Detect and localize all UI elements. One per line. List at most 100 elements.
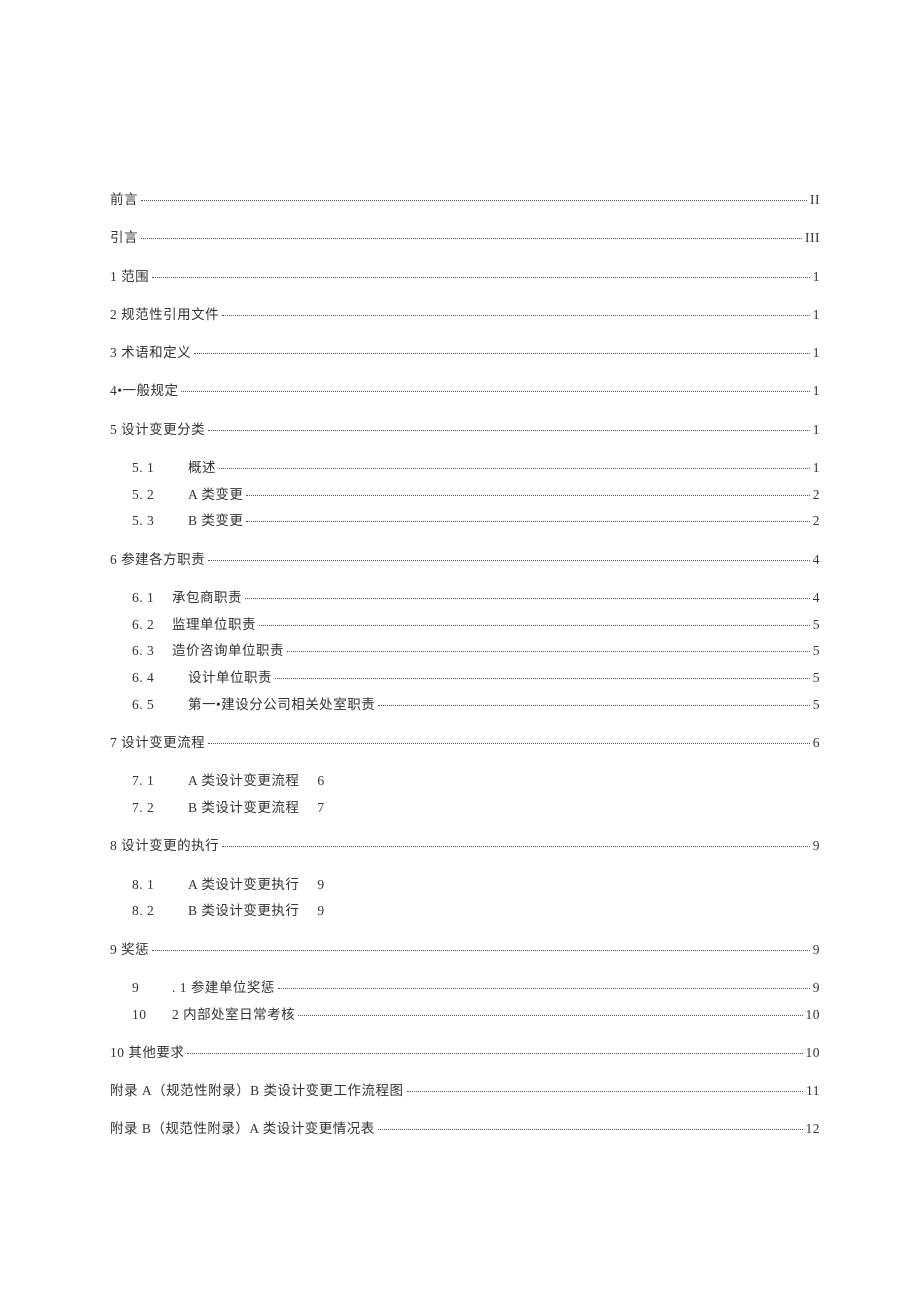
toc-page: 1 xyxy=(813,381,820,401)
toc-entry-s5-2: 5. 2 A 类变更 2 xyxy=(110,485,820,505)
toc-page: II xyxy=(810,190,820,210)
toc-page: 5 xyxy=(813,668,820,688)
toc-label: 4•一般规定 xyxy=(110,381,178,401)
toc-leader xyxy=(298,1015,802,1016)
toc-leader xyxy=(208,430,810,431)
toc-leader xyxy=(259,625,810,626)
toc-label: 概述 xyxy=(188,458,216,478)
toc-page: 1 xyxy=(813,343,820,363)
toc-label: B 类设计变更流程 xyxy=(188,798,299,818)
toc-label: 附录 B（规范性附录）A 类设计变更情况表 xyxy=(110,1119,375,1139)
toc-entry-s6: 6 参建各方职责 4 xyxy=(110,550,820,570)
toc-entry-s9: 9 奖惩 9 xyxy=(110,940,820,960)
toc-leader xyxy=(246,495,809,496)
toc-page: 9 xyxy=(813,836,820,856)
toc-page: 6 xyxy=(813,733,820,753)
toc-group-s6: 6. 1 承包商职责 4 6. 2 监理单位职责 5 6. 3 造价咨询单位职责… xyxy=(110,588,820,715)
toc-entry-s10: 10 其他要求 10 xyxy=(110,1043,820,1063)
toc-leader xyxy=(278,988,810,989)
toc-leader xyxy=(141,200,807,201)
toc-label: 前言 xyxy=(110,190,138,210)
toc-page: 1 xyxy=(813,420,820,440)
toc-page: 10 xyxy=(806,1043,821,1063)
toc-leader xyxy=(181,391,809,392)
toc-label: 承包商职责 xyxy=(172,588,242,608)
toc-leader xyxy=(141,238,802,239)
toc-group-s9: 9 . 1 参建单位奖惩 9 10 2 内部处室日常考核 10 xyxy=(110,978,820,1025)
toc-entry-s6-2: 6. 2 监理单位职责 5 xyxy=(110,615,820,635)
toc-entry-appB: 附录 B（规范性附录）A 类设计变更情况表 12 xyxy=(110,1119,820,1139)
toc-leader xyxy=(152,277,810,278)
toc-leader xyxy=(222,846,810,847)
toc-entry-intro: 引言 III xyxy=(110,228,820,248)
toc-group-s5: 5. 1 概述 1 5. 2 A 类变更 2 5. 3 B 类变更 2 xyxy=(110,458,820,532)
toc-page: 4 xyxy=(813,550,820,570)
toc-entry-s1: 1 范围 1 xyxy=(110,267,820,287)
toc-entry-s9-1: 9 . 1 参建单位奖惩 9 xyxy=(110,978,820,998)
toc-page: 9 xyxy=(813,978,820,998)
toc-num: 6. 5 xyxy=(132,695,188,715)
toc-entry-s6-3: 6. 3 造价咨询单位职责 5 xyxy=(110,641,820,661)
toc-page: 1 xyxy=(813,267,820,287)
toc-leader xyxy=(219,468,810,469)
toc-num: 7. 2 xyxy=(132,798,188,818)
toc-leader xyxy=(152,950,810,951)
toc-leader xyxy=(287,651,810,652)
toc-num: 5. 2 xyxy=(132,485,188,505)
toc-num: 7. 1 xyxy=(132,771,188,791)
toc-page: 7 xyxy=(317,798,324,818)
toc-leader xyxy=(194,353,810,354)
toc-entry-s6-1: 6. 1 承包商职责 4 xyxy=(110,588,820,608)
toc-entry-s5: 5 设计变更分类 1 xyxy=(110,420,820,440)
toc-entry-s8-2: 8. 2 B 类设计变更执行 9 xyxy=(110,901,820,921)
toc-label: 7 设计变更流程 xyxy=(110,733,205,753)
toc-label: A 类设计变更流程 xyxy=(188,771,299,791)
toc-entry-appA: 附录 A（规范性附录）B 类设计变更工作流程图 11 xyxy=(110,1081,820,1101)
toc-entry-s7-2: 7. 2 B 类设计变更流程 7 xyxy=(110,798,820,818)
toc-label: 2 规范性引用文件 xyxy=(110,305,219,325)
toc-label: 第一•建设分公司相关处室职责 xyxy=(188,695,375,715)
toc-label: 2 内部处室日常考核 xyxy=(172,1005,295,1025)
toc-label: A 类变更 xyxy=(188,485,243,505)
toc-page: 10 xyxy=(806,1005,821,1025)
toc-label: B 类设计变更执行 xyxy=(188,901,299,921)
toc-entry-s7-1: 7. 1 A 类设计变更流程 6 xyxy=(110,771,820,791)
toc-page: 5 xyxy=(813,615,820,635)
toc-group-s7: 7. 1 A 类设计变更流程 6 7. 2 B 类设计变更流程 7 xyxy=(110,771,820,818)
toc-label: B 类变更 xyxy=(188,511,243,531)
toc-leader xyxy=(187,1053,802,1054)
toc-page: 9 xyxy=(317,901,324,921)
toc-entry-s6-4: 6. 4 设计单位职责 5 xyxy=(110,668,820,688)
toc-page: III xyxy=(805,228,820,248)
toc-page: 11 xyxy=(806,1081,820,1101)
toc-entry-s6-5: 6. 5 第一•建设分公司相关处室职责 5 xyxy=(110,695,820,715)
toc-entry-s9-2: 10 2 内部处室日常考核 10 xyxy=(110,1005,820,1025)
toc-entry-s8-1: 8. 1 A 类设计变更执行 9 xyxy=(110,875,820,895)
toc-label: 6 参建各方职责 xyxy=(110,550,205,570)
toc-num: 8. 1 xyxy=(132,875,188,895)
toc-num: 9 xyxy=(132,978,172,998)
toc-entry-s5-1: 5. 1 概述 1 xyxy=(110,458,820,478)
toc-leader xyxy=(275,678,810,679)
toc-label: 5 设计变更分类 xyxy=(110,420,205,440)
toc-entry-s4: 4•一般规定 1 xyxy=(110,381,820,401)
toc-leader xyxy=(208,560,810,561)
toc-num: 6. 3 xyxy=(132,641,172,661)
toc-page: 2 xyxy=(813,511,820,531)
toc-num: 5. 1 xyxy=(132,458,188,478)
toc-label: 9 奖惩 xyxy=(110,940,149,960)
toc-page: 5 xyxy=(813,695,820,715)
toc-page: 1 xyxy=(813,305,820,325)
toc-leader xyxy=(407,1091,803,1092)
toc-label: 监理单位职责 xyxy=(172,615,256,635)
toc-label: . 1 参建单位奖惩 xyxy=(172,978,275,998)
toc-leader xyxy=(378,1129,803,1130)
toc-num: 6. 1 xyxy=(132,588,172,608)
toc-num: 6. 2 xyxy=(132,615,172,635)
toc-entry-s3: 3 术语和定义 1 xyxy=(110,343,820,363)
toc-leader xyxy=(245,598,810,599)
toc-page: 6 xyxy=(317,771,324,791)
toc-page: 2 xyxy=(813,485,820,505)
toc-entry-s8: 8 设计变更的执行 9 xyxy=(110,836,820,856)
toc-page: 4 xyxy=(813,588,820,608)
